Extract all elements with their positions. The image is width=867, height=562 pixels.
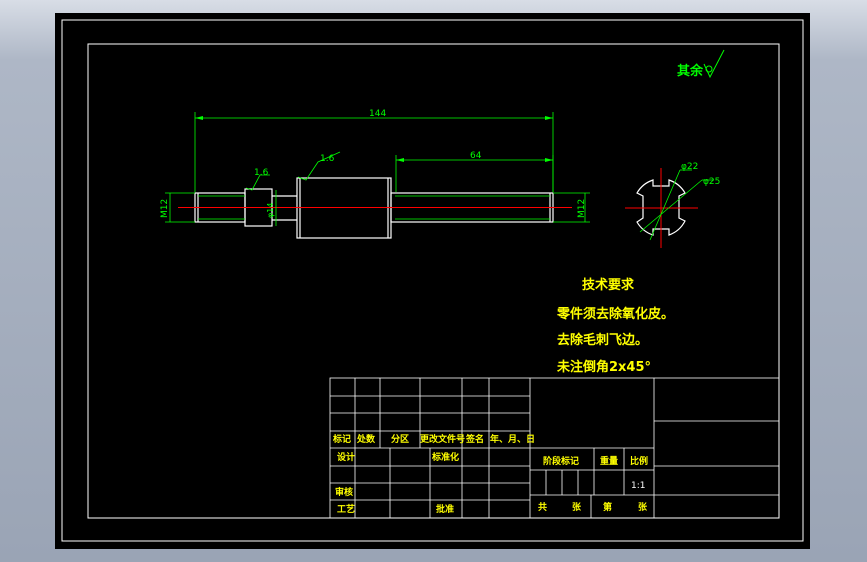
tb-scale-label: 比例 (630, 455, 648, 467)
tb-zone: 分区 (391, 433, 409, 445)
tb-review: 审核 (335, 486, 353, 498)
dim-right-thread: M12 (577, 199, 587, 218)
note-line-1: 零件须去除氧化皮。 (556, 306, 674, 322)
tb-sheet-no: 第 (603, 501, 612, 513)
dim-inner-diameter: φ22 (681, 162, 698, 172)
tb-process: 工艺 (337, 503, 355, 515)
tb-stage-mark: 阶段标记 (543, 455, 579, 467)
note-line-2: 去除毛刺飞边。 (557, 332, 648, 348)
tb-mark: 标记 (332, 433, 351, 445)
tb-change-doc: 更改文件号 (420, 433, 465, 445)
dim-outer-diameter: φ25 (703, 177, 720, 187)
surface-roughness-note: 其余 (677, 63, 704, 79)
tb-signature: 签名 (465, 433, 484, 445)
tb-standardize: 标准化 (431, 451, 459, 463)
tb-count: 处数 (356, 433, 376, 445)
drawing-area (55, 13, 810, 549)
note-line-3: 未注倒角2x45° (556, 359, 651, 375)
dim-neck-diameter: φ14 (266, 203, 275, 218)
tb-total: 共 (538, 501, 547, 513)
tb-approve: 批准 (436, 503, 454, 515)
tb-design: 设计 (337, 451, 355, 463)
tb-weight: 重量 (600, 455, 618, 467)
tb-sheets: 张 (572, 501, 582, 513)
dim-left-thread: M12 (160, 199, 170, 218)
dim-thread-length: 64 (470, 151, 482, 161)
cad-drawing-window: 其余 144 64 1.6 1.6 M12 φ14 M12 φ22 φ25 技术… (55, 13, 810, 549)
tb-sheet: 张 (638, 501, 648, 513)
tech-requirements-title: 技术要求 (582, 277, 635, 293)
dim-overall-length: 144 (369, 109, 386, 119)
roughness-value-neck: 1.6 (254, 168, 269, 178)
roughness-value-body: 1.6 (320, 154, 335, 164)
tb-scale-value: 1:1 (631, 481, 645, 491)
tb-date: 年、月、日 (490, 433, 535, 445)
